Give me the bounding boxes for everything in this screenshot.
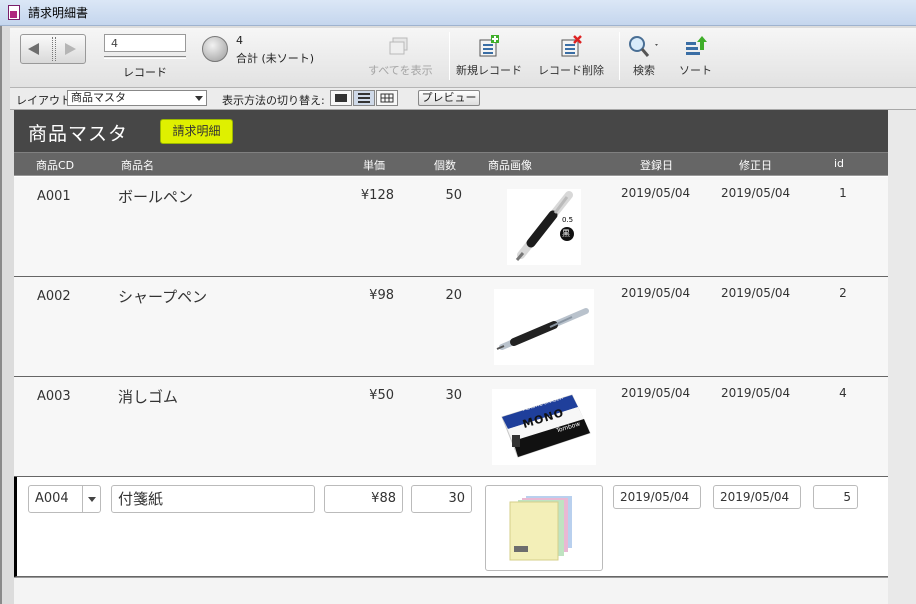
unit-price-field[interactable]: ¥88	[324, 485, 403, 513]
empty-row-area	[14, 577, 888, 604]
created-date[interactable]: 2019/05/04	[621, 286, 690, 300]
view-as-list-button[interactable]	[353, 90, 375, 106]
created-date[interactable]: 2019/05/04	[621, 386, 690, 400]
new-record-button[interactable]: 新規レコード	[456, 34, 522, 78]
table-row-active[interactable]: A004 付箋紙 ¥88 30 2019/05/04 2019/05/04 5	[14, 477, 888, 577]
product-name[interactable]: 消しゴム	[118, 386, 178, 407]
show-all-label: すべてを表示	[368, 64, 433, 77]
new-record-label: 新規レコード	[456, 64, 522, 77]
ballpoint-pen-image[interactable]: 0.5 黒	[507, 189, 581, 265]
invoice-detail-button[interactable]: 請求明細	[160, 119, 233, 144]
layout-select-value: 商品マスタ	[71, 91, 126, 104]
layout-header: 商品マスタ 請求明細	[14, 110, 888, 152]
find-label: 検索	[633, 64, 655, 77]
record-id[interactable]: 4	[834, 386, 852, 400]
form-view-icon	[335, 94, 347, 102]
column-header-created[interactable]: 登録日	[640, 157, 673, 173]
new-record-icon	[479, 35, 499, 57]
book-spine-icon	[52, 37, 56, 61]
column-header-qty[interactable]: 個数	[434, 157, 456, 173]
modified-date[interactable]: 2019/05/04	[721, 286, 790, 300]
column-header-name[interactable]: 商品名	[121, 157, 154, 173]
chevron-down-icon	[195, 96, 203, 101]
show-all-button[interactable]: すべてを表示	[368, 34, 433, 78]
product-name[interactable]: シャープペン	[118, 286, 207, 307]
created-date-field[interactable]: 2019/05/04	[613, 485, 701, 509]
modified-date-field[interactable]: 2019/05/04	[713, 485, 801, 509]
toolbar-separator	[619, 32, 620, 80]
column-header-price[interactable]: 単価	[363, 157, 385, 173]
window-title: 請求明細書	[28, 6, 89, 20]
delete-record-icon	[561, 35, 582, 57]
page-title: 商品マスタ	[28, 123, 129, 145]
record-slider[interactable]	[104, 56, 186, 59]
created-date[interactable]: 2019/05/04	[621, 186, 690, 200]
database-file-icon	[8, 5, 20, 20]
table-view-icon	[380, 93, 394, 103]
product-cd: A004	[35, 491, 69, 506]
layout-select[interactable]: 商品マスタ	[67, 90, 207, 106]
magnifier-icon	[629, 36, 658, 57]
quantity[interactable]: 30	[424, 388, 462, 403]
window-titlebar: 請求明細書	[0, 0, 916, 26]
table-row[interactable]: A002 シャープペン ¥98 20 2019/05/04 2019/05/04…	[14, 277, 888, 377]
column-header-id[interactable]: id	[834, 157, 844, 170]
found-count: 4	[236, 34, 243, 47]
find-button[interactable]: 検索	[626, 34, 662, 78]
record-book[interactable]	[20, 34, 86, 64]
view-as-form-button[interactable]	[330, 90, 352, 106]
product-cd[interactable]: A002	[37, 289, 71, 304]
current-record-input[interactable]	[104, 34, 186, 52]
record-id[interactable]: 2	[834, 286, 852, 300]
delete-record-button[interactable]: レコード削除	[538, 34, 604, 78]
modified-date[interactable]: 2019/05/04	[721, 386, 790, 400]
record-id-field[interactable]: 5	[813, 485, 858, 509]
sticky-notes-image[interactable]	[485, 485, 603, 571]
next-record-icon[interactable]	[65, 43, 76, 55]
list-view-icon	[358, 93, 370, 103]
sort-label: ソート	[679, 64, 712, 77]
modified-date[interactable]: 2019/05/04	[721, 186, 790, 200]
sort-button[interactable]: ソート	[679, 34, 712, 78]
table-row[interactable]: A003 消しゴム ¥50 30 PLASTIC ERASER MONO Tom…	[14, 377, 888, 477]
unit-price[interactable]: ¥50	[344, 388, 394, 403]
pen-color-badge: 黒	[562, 229, 570, 238]
pen-size-badge: 0.5	[562, 216, 574, 224]
product-name-field[interactable]: 付箋紙	[111, 485, 315, 513]
toolbar-separator	[449, 32, 450, 80]
eraser-image[interactable]: PLASTIC ERASER MONO Tombow	[492, 389, 596, 465]
table-row[interactable]: A001 ボールペン ¥128 50 0.5 黒 2019/05/04 2019…	[14, 177, 888, 277]
view-as-table-button[interactable]	[376, 90, 398, 106]
layout-bar: レイアウト: 商品マスタ 表示方法の切り替え: プレビュー	[10, 88, 916, 110]
column-header-image[interactable]: 商品画像	[488, 157, 532, 173]
product-cd[interactable]: A003	[37, 389, 71, 404]
product-cd-dropdown[interactable]: A004	[28, 485, 101, 513]
found-set-pie-icon[interactable]	[202, 36, 228, 62]
record-label: レコード	[123, 66, 167, 79]
found-total-status: 合計 (未ソート)	[236, 52, 315, 65]
record-id[interactable]: 1	[834, 186, 852, 200]
quantity-field[interactable]: 30	[411, 485, 472, 513]
column-header-modified[interactable]: 修正日	[739, 157, 772, 173]
previous-record-icon[interactable]	[28, 43, 39, 55]
chevron-down-icon[interactable]	[82, 486, 100, 512]
product-name[interactable]: ボールペン	[118, 186, 193, 207]
layout-content: 商品マスタ 請求明細 商品CD 商品名 単価 個数 商品画像 登録日 修正日 i…	[14, 110, 888, 604]
view-as-label: 表示方法の切り替え:	[222, 94, 325, 107]
show-all-icon	[389, 37, 408, 55]
vertical-scrollbar[interactable]	[888, 110, 916, 604]
unit-price[interactable]: ¥128	[344, 188, 394, 203]
mechanical-pencil-image[interactable]	[494, 289, 594, 365]
quantity[interactable]: 50	[424, 188, 462, 203]
layout-label: レイアウト:	[16, 94, 75, 107]
unit-price[interactable]: ¥98	[344, 288, 394, 303]
status-toolbar: レコード 4 合計 (未ソート) すべてを表示 新規レコード	[10, 28, 916, 88]
column-header-cd[interactable]: 商品CD	[36, 157, 74, 173]
preview-button[interactable]: プレビュー	[418, 90, 480, 106]
sort-icon	[685, 36, 707, 55]
delete-record-label: レコード削除	[538, 64, 604, 77]
column-header-bar: 商品CD 商品名 単価 個数 商品画像 登録日 修正日 id	[14, 152, 888, 176]
quantity[interactable]: 20	[424, 288, 462, 303]
product-cd[interactable]: A001	[37, 189, 71, 204]
